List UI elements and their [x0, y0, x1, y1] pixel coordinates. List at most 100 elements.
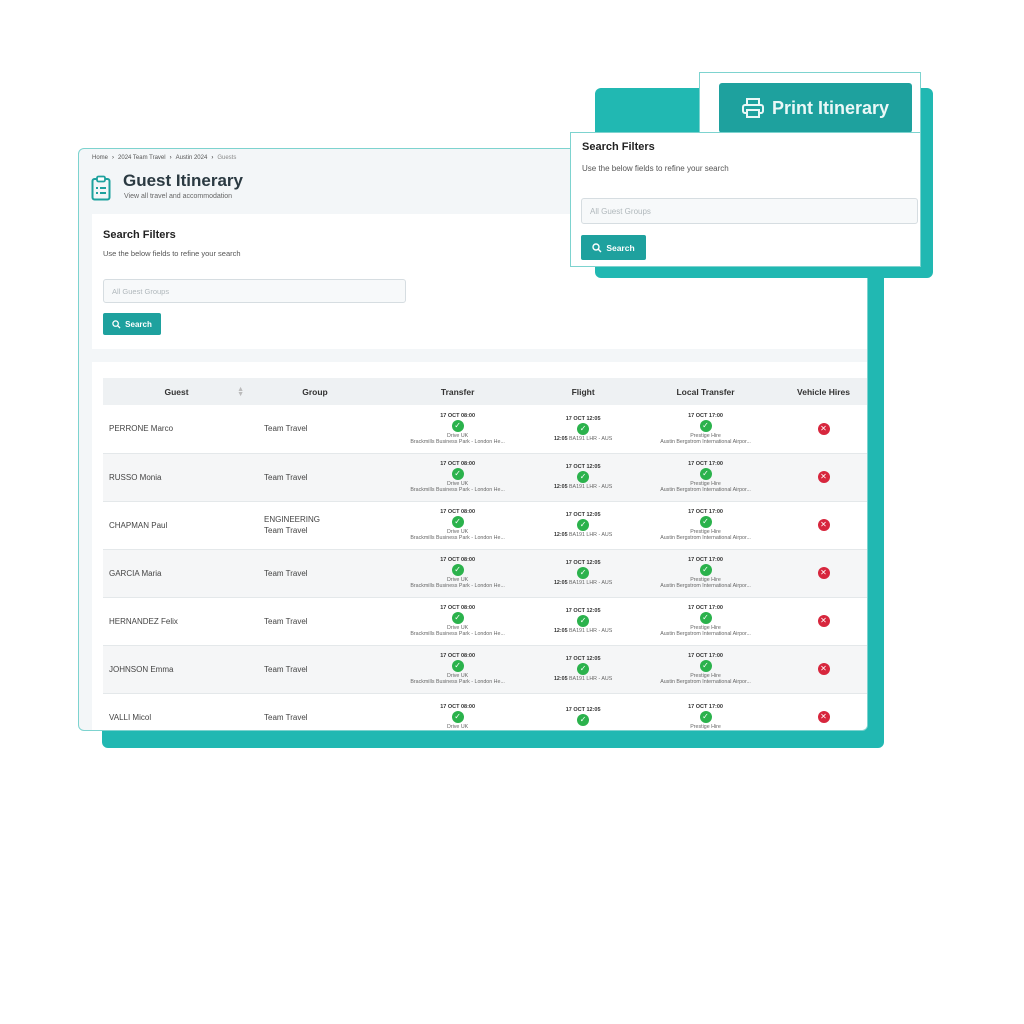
- print-itinerary-frame: Print Itinerary: [699, 72, 921, 134]
- table-row[interactable]: GARCIA Maria Team Travel 17 OCT 08:00 ✓ Driv…: [103, 549, 867, 598]
- transfer-cell[interactable]: 17 OCT 08:00 ✓ Drive UK: [380, 693, 536, 730]
- group-name: Team Travel: [264, 568, 308, 578]
- group-name: Team Travel: [264, 424, 308, 434]
- guest-name[interactable]: RUSSO Monia: [103, 453, 250, 502]
- check-circle-icon: ✓: [577, 422, 590, 435]
- transfer-cell[interactable]: 17 OCT 08:00 ✓ Drive UK Brackmills Business…: [380, 453, 536, 502]
- sort-icon[interactable]: ▲ ▼: [237, 386, 244, 398]
- x-circle-icon: ✕: [817, 615, 830, 627]
- transfer-time: 17 OCT 08:00: [440, 605, 476, 611]
- vehicle-hires-cell[interactable]: ✕: [780, 453, 867, 502]
- flight-route: BA191 LHR - AUS: [569, 532, 613, 538]
- guest-name[interactable]: CHAPMAN Paul: [103, 501, 250, 550]
- flight-cell[interactable]: 17 OCT 12:05 ✓ 12:05 BA191 LHR - AUS: [535, 549, 632, 598]
- print-itinerary-button[interactable]: Print Itinerary: [719, 83, 912, 133]
- transfer-cell[interactable]: 17 OCT 08:00 ✓ Drive UK Brackmills Business…: [380, 597, 536, 646]
- local-transfer-cell[interactable]: 17 OCT 17:00 ✓ Prestige Hire Austin Bergstr…: [631, 549, 781, 598]
- guest-name[interactable]: JOHNSON Emma: [103, 645, 250, 694]
- check-circle-icon: ✓: [577, 519, 590, 531]
- local-transfer-cell[interactable]: 17 OCT 17:00 ✓ Prestige Hire Austin Bergstr…: [631, 597, 781, 646]
- vehicle-hires-cell[interactable]: ✕: [780, 597, 867, 646]
- flight-time: 12:05: [553, 676, 568, 682]
- x-circle-icon: ✕: [817, 663, 830, 675]
- guest-group: Team Travel: [250, 693, 380, 730]
- local-transfer-cell[interactable]: 17 OCT 17:00 ✓ Prestige Hire: [631, 693, 781, 730]
- guest-name[interactable]: PERRONE Marco: [103, 405, 250, 454]
- breadcrumb-austin[interactable]: Austin 2024: [176, 155, 208, 161]
- flight-cell[interactable]: 17 OCT 12:05 ✓ 12:05 BA191 LHR - AUS: [535, 645, 632, 694]
- flight-time: 12:05: [553, 435, 568, 442]
- flight-cell[interactable]: 17 OCT 12:05 ✓ 12:05 BA191 LHR - AUS: [535, 453, 632, 502]
- table-row[interactable]: HERNANDEZ Felix Team Travel 17 OCT 08:00 ✓ D…: [103, 597, 867, 646]
- check-circle-icon: ✓: [699, 564, 712, 576]
- local-transfer-time: 17 OCT 17:00: [688, 704, 723, 710]
- popup-filters-description: Use the below fields to refine your sear…: [582, 164, 729, 173]
- breadcrumb-team-travel[interactable]: 2024 Team Travel: [118, 155, 166, 161]
- table-row[interactable]: PERRONE Marco Team Travel 17 OCT 08:00 ✓ Dri…: [103, 405, 867, 454]
- table-row[interactable]: CHAPMAN Paul ENGINEERING Team Travel 17 OCT…: [103, 501, 867, 550]
- flight-cell[interactable]: 17 OCT 12:05 ✓: [535, 693, 632, 730]
- page-subtitle: View all travel and accommodation: [124, 193, 233, 200]
- guest-name[interactable]: VALLI Micol: [103, 693, 250, 730]
- local-transfer-cell[interactable]: 17 OCT 17:00 ✓ Prestige Hire Austin Bergstr…: [631, 645, 781, 694]
- vehicle-hires-cell[interactable]: ✕: [780, 693, 867, 730]
- transfer-time: 17 OCT 08:00: [440, 653, 476, 659]
- search-filters-popup: Search Filters Use the below fields to r…: [570, 132, 921, 267]
- search-filters-title: Search Filters: [103, 229, 176, 241]
- search-icon: [592, 242, 602, 252]
- transfer-cell[interactable]: 17 OCT 08:00 ✓ Drive UK Brackmills Business…: [380, 405, 536, 454]
- local-transfer-cell[interactable]: 17 OCT 17:00 ✓ Prestige Hire Austin Bergstr…: [631, 453, 781, 502]
- check-circle-icon: ✓: [699, 419, 712, 432]
- guest-name[interactable]: GARCIA Maria: [103, 549, 250, 598]
- local-transfer-cell[interactable]: 17 OCT 17:00 ✓ Prestige Hire Austin Bergstr…: [631, 501, 781, 550]
- flight-cell[interactable]: 17 OCT 12:05 ✓ 12:05 BA191 LHR - AUS: [535, 405, 632, 454]
- check-circle-icon: ✓: [451, 711, 464, 723]
- local-transfer-time: 17 OCT 17:00: [688, 412, 723, 419]
- guest-name[interactable]: HERNANDEZ Felix: [103, 597, 250, 646]
- popup-guest-groups-select[interactable]: All Guest Groups: [581, 198, 918, 224]
- guest-groups-select[interactable]: All Guest Groups: [103, 279, 406, 303]
- check-circle-icon: ✓: [451, 564, 464, 576]
- vehicle-hires-cell[interactable]: ✕: [780, 501, 867, 550]
- popup-filters-title: Search Filters: [582, 141, 655, 153]
- transfer-cell[interactable]: 17 OCT 08:00 ✓ Drive UK Brackmills Business…: [380, 645, 536, 694]
- vehicle-hires-cell[interactable]: ✕: [780, 405, 867, 454]
- check-circle-icon: ✓: [577, 663, 590, 675]
- transfer-cell[interactable]: 17 OCT 08:00 ✓ Drive UK Brackmills Business…: [380, 549, 536, 598]
- check-circle-icon: ✓: [699, 711, 712, 723]
- transfer-time: 17 OCT 08:00: [440, 509, 476, 515]
- search-button[interactable]: Search: [103, 313, 161, 335]
- flight-cell[interactable]: 17 OCT 12:05 ✓ 12:05 BA191 LHR - AUS: [535, 597, 632, 646]
- table-row[interactable]: JOHNSON Emma Team Travel 17 OCT 08:00 ✓ Driv…: [103, 645, 867, 694]
- flight-details: 12:05 BA191 LHR - AUS: [535, 484, 631, 490]
- guest-group: Team Travel: [250, 597, 380, 646]
- vehicle-hires-cell[interactable]: ✕: [780, 549, 867, 598]
- vehicle-hires-cell[interactable]: ✕: [780, 645, 867, 694]
- flight-date: 17 OCT 12:05: [565, 464, 601, 470]
- local-transfer-route: Austin Bergstrom International Airpor...: [660, 487, 751, 493]
- transfer-provider: Drive UK: [447, 724, 469, 730]
- local-transfer-cell[interactable]: 17 OCT 17:00 ✓ Prestige Hire Austin Bergstr…: [631, 405, 781, 454]
- local-transfer-time: 17 OCT 17:00: [688, 605, 723, 611]
- transfer-time: 17 OCT 08:00: [440, 461, 476, 467]
- flight-time: 12:05: [553, 628, 568, 634]
- table-row[interactable]: RUSSO Monia Team Travel 17 OCT 08:00 ✓ Drive…: [103, 453, 867, 502]
- local-transfer-route: Austin Bergstrom International Airpor...: [660, 535, 751, 541]
- local-transfer-route: Austin Bergstrom International Airpor...: [660, 679, 751, 685]
- breadcrumb-home[interactable]: Home: [92, 155, 108, 161]
- flight-route: BA191 LHR - AUS: [569, 628, 613, 634]
- check-circle-icon: ✓: [699, 660, 712, 672]
- local-transfer-time: 17 OCT 17:00: [688, 653, 723, 659]
- popup-search-button[interactable]: Search: [581, 235, 646, 260]
- table-row[interactable]: VALLI Micol Team Travel 17 OCT 08:00 ✓ Drive…: [103, 693, 867, 730]
- check-circle-icon: ✓: [451, 468, 464, 480]
- guest-table-card: Guest ▲ ▼ Group Transfer Flight Local Tra…: [92, 362, 867, 730]
- check-circle-icon: ✓: [577, 615, 590, 627]
- local-transfer-time: 17 OCT 17:00: [688, 461, 723, 467]
- flight-route: BA191 LHR - AUS: [569, 580, 613, 586]
- guest-group: Team Travel: [250, 453, 380, 502]
- transfer-cell[interactable]: 17 OCT 08:00 ✓ Drive UK Brackmills Business…: [380, 501, 536, 550]
- flight-cell[interactable]: 17 OCT 12:05 ✓ 12:05 BA191 LHR - AUS: [535, 501, 632, 550]
- transfer-time: 17 OCT 08:00: [440, 704, 476, 710]
- column-header-guest[interactable]: Guest ▲ ▼: [103, 378, 250, 405]
